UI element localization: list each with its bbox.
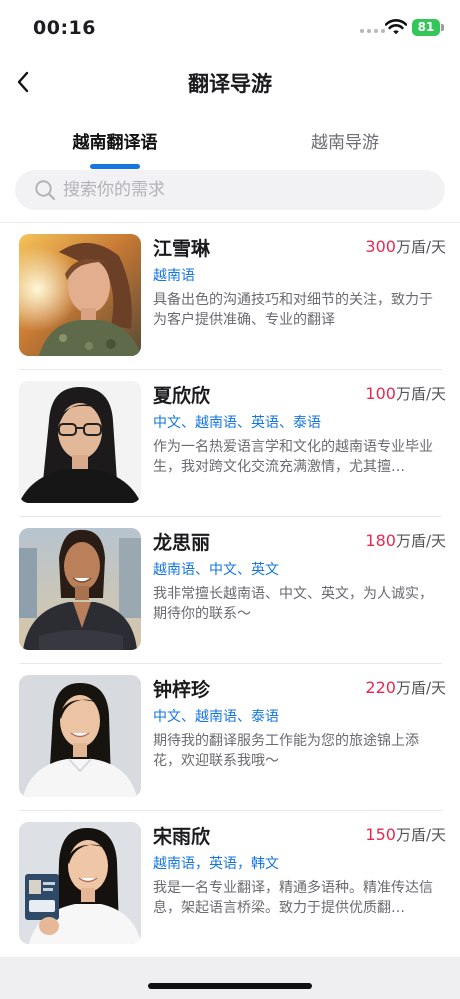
translator-card[interactable]: 宋雨欣 150万盾/天 越南语，英语，韩文 我是一名专业翻译，精通多语种。精准传… (0, 811, 460, 958)
price-label: 180万盾/天 (365, 530, 446, 551)
price-unit: 万盾/天 (395, 679, 446, 697)
translator-card[interactable]: 江雪琳 300万盾/天 越南语 具备出色的沟通技巧和对细节的关注，致力于为客户提… (0, 223, 460, 370)
translator-card[interactable]: 夏欣欣 100万盾/天 中文、越南语、英语、泰语 作为一名热爱语言学和文化的越南… (0, 370, 460, 517)
bottom-safe-area (0, 957, 460, 999)
active-tab-indicator (90, 164, 140, 169)
translator-description: 我非常擅长越南语、中文、英文，为人诚实，期待你的联系～ (153, 586, 433, 622)
translator-description: 具备出色的沟通技巧和对细节的关注，致力于为客户提供准确、专业的翻译 (153, 292, 433, 328)
price-value: 220 (365, 678, 396, 697)
translator-languages: 越南语、中文、英文 (153, 562, 279, 578)
tab-vietnamese-translator[interactable]: 越南翻译语 (0, 128, 230, 153)
price-unit: 万盾/天 (395, 385, 446, 403)
price-label: 220万盾/天 (365, 677, 446, 698)
price-unit: 万盾/天 (395, 826, 446, 844)
search-input[interactable] (63, 170, 423, 210)
translator-name: 江雪琳 (153, 238, 211, 260)
cellular-signal-icon (360, 29, 385, 33)
search-bar[interactable] (15, 170, 445, 210)
translator-name: 夏欣欣 (153, 385, 211, 407)
translator-languages: 中文、越南语、泰语 (153, 709, 279, 725)
translator-name: 钟梓珍 (153, 679, 211, 701)
price-label: 100万盾/天 (365, 383, 446, 404)
translator-avatar (19, 822, 141, 944)
battery-tip (441, 24, 444, 31)
translator-description: 期待我的翻译服务工作能为您的旅途锦上添花，欢迎联系我哦～ (153, 733, 419, 769)
home-indicator[interactable] (148, 983, 312, 989)
translator-description: 我是一名专业翻译，精通多语种。精准传达信息，架起语言桥梁。致力于提供优质翻… (153, 880, 433, 916)
translator-description: 作为一名热爱语言学和文化的越南语专业毕业生，我对跨文化交流充满激情，尤其擅… (153, 439, 433, 475)
search-icon (35, 180, 56, 201)
price-value: 150 (365, 825, 396, 844)
translator-list: 江雪琳 300万盾/天 越南语 具备出色的沟通技巧和对细节的关注，致力于为客户提… (0, 223, 460, 958)
status-time: 00:16 (33, 17, 96, 39)
translator-avatar (19, 528, 141, 650)
translator-languages: 中文、越南语、英语、泰语 (153, 415, 321, 431)
price-unit: 万盾/天 (395, 532, 446, 550)
price-label: 150万盾/天 (365, 824, 446, 845)
tab-vietnam-guide[interactable]: 越南导游 (230, 128, 460, 153)
price-value: 300 (365, 237, 396, 256)
translator-languages: 越南语，英语，韩文 (153, 856, 279, 872)
translator-avatar (19, 381, 141, 503)
wifi-icon (385, 19, 407, 35)
price-label: 300万盾/天 (365, 236, 446, 257)
translator-languages: 越南语 (153, 268, 195, 284)
translator-avatar (19, 675, 141, 797)
translator-avatar (19, 234, 141, 356)
translator-card[interactable]: 龙思丽 180万盾/天 越南语、中文、英文 我非常擅长越南语、中文、英文，为人诚… (0, 517, 460, 664)
translator-name: 宋雨欣 (153, 826, 211, 848)
status-bar: 00:16 81 (0, 0, 460, 54)
price-value: 100 (365, 384, 396, 403)
translator-name: 龙思丽 (153, 532, 211, 554)
price-value: 180 (365, 531, 396, 550)
battery-icon: 81 (412, 19, 440, 36)
nav-bar: 翻译导游 (0, 54, 460, 110)
page-title: 翻译导游 (188, 72, 272, 96)
price-unit: 万盾/天 (395, 238, 446, 256)
app-screen: 00:16 81 翻译导游 越南翻译语 越南导游 搜索你的需求 江雪琳 300万… (0, 0, 460, 999)
tab-bar: 越南翻译语 越南导游 (0, 124, 460, 170)
translator-card[interactable]: 钟梓珍 220万盾/天 中文、越南语、泰语 期待我的翻译服务工作能为您的旅途锦上… (0, 664, 460, 811)
